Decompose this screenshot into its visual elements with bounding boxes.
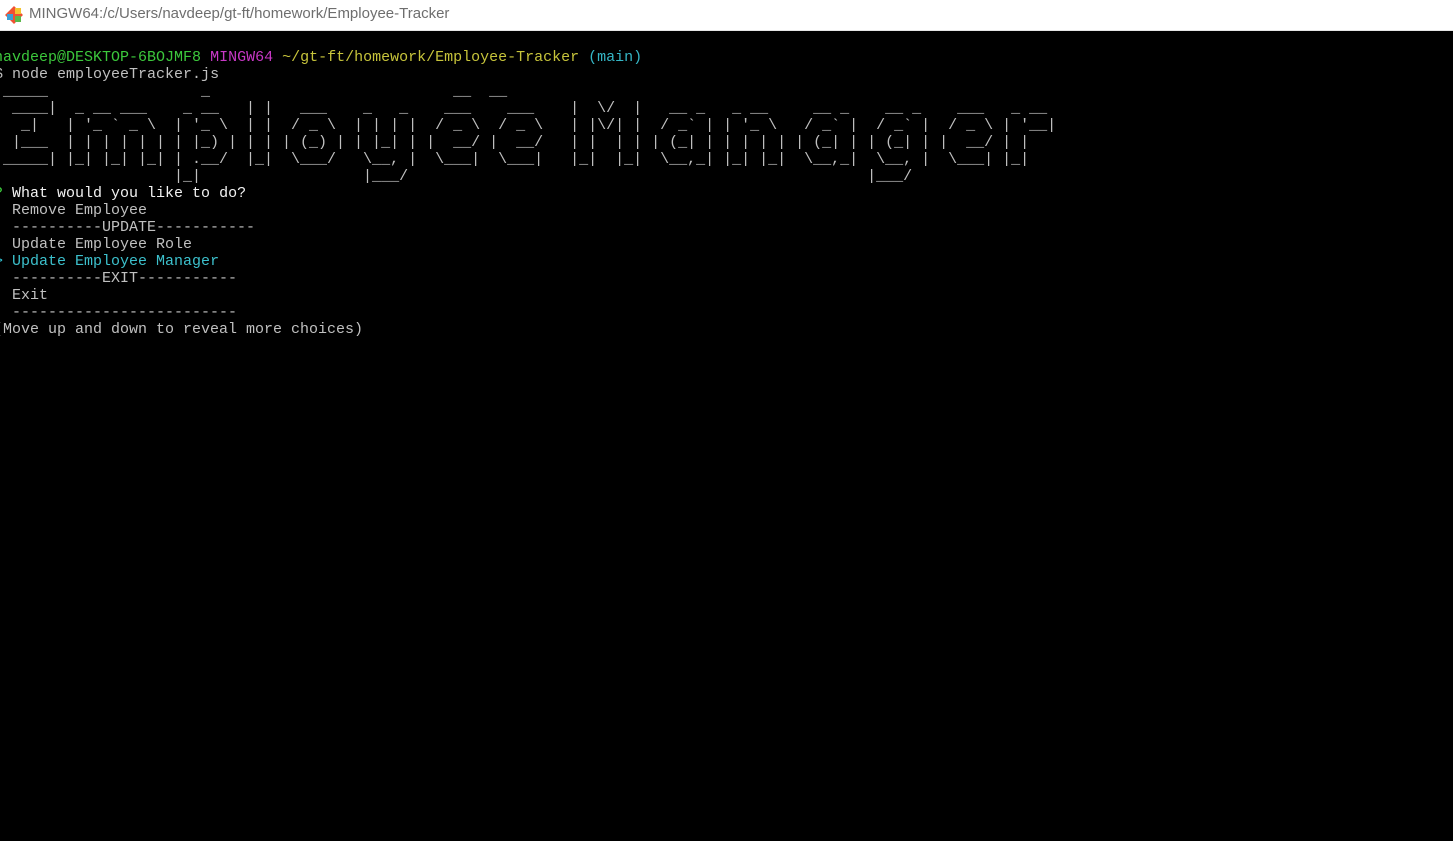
prompt-line: navdeep@DESKTOP-6BOJMF8 MINGW64 ~/gt-ft/… bbox=[0, 49, 642, 66]
banner-line-4: | |___ | | | | | | | |_) | | | | (_) | |… bbox=[0, 134, 1057, 151]
terminal-output[interactable]: navdeep@DESKTOP-6BOJMF8 MINGW64 ~/gt-ft/… bbox=[0, 32, 1453, 841]
prompt-user-host: navdeep@DESKTOP-6BOJMF8 bbox=[0, 49, 202, 66]
choice-exit[interactable]: Exit bbox=[0, 287, 48, 304]
selection-pointer-icon: > bbox=[0, 253, 3, 270]
git-bash-icon bbox=[5, 6, 23, 24]
separator-end: ------------------------- bbox=[0, 304, 237, 321]
prompt-branch: (main) bbox=[588, 49, 643, 66]
separator-exit: ----------EXIT----------- bbox=[0, 270, 237, 287]
question-marker: ? bbox=[0, 185, 3, 202]
choice-remove-employee[interactable]: Remove Employee bbox=[0, 202, 147, 219]
choice-label: Update Employee Manager bbox=[12, 253, 220, 270]
separator-update: ----------UPDATE----------- bbox=[0, 219, 255, 236]
command-text: node employeeTracker.js bbox=[12, 66, 220, 83]
prompt-shell: MINGW64 bbox=[210, 49, 274, 66]
question-text: What would you like to do? bbox=[12, 185, 247, 202]
scroll-hint: (Move up and down to reveal more choices… bbox=[0, 321, 364, 338]
banner-line-3: | _| | '_ ` _ \ | '_ \ | | / _ \ | | | |… bbox=[0, 117, 1057, 134]
separator-label: ----------UPDATE----------- bbox=[12, 219, 256, 236]
choice-label: Exit bbox=[12, 287, 49, 304]
separator-label: ----------EXIT----------- bbox=[12, 270, 238, 287]
separator-label: ------------------------- bbox=[12, 304, 238, 321]
banner-line-1: _____ _ __ __ bbox=[0, 83, 823, 100]
terminal-window: MINGW64:/c/Users/navdeep/gt-ft/homework/… bbox=[0, 0, 1453, 841]
choice-label: Remove Employee bbox=[12, 202, 148, 219]
title-bar[interactable]: MINGW64:/c/Users/navdeep/gt-ft/homework/… bbox=[0, 0, 1453, 31]
choice-update-employee-manager[interactable]: > Update Employee Manager bbox=[0, 253, 219, 270]
window-title: MINGW64:/c/Users/navdeep/gt-ft/homework/… bbox=[29, 5, 450, 22]
prompt-path: ~/gt-ft/homework/Employee-Tracker bbox=[282, 49, 580, 66]
banner-line-2: | ____| _ __ ___ _ __ | | ___ _ _ ___ __… bbox=[0, 100, 1057, 117]
command-line: $ node employeeTracker.js bbox=[0, 66, 219, 83]
choice-update-employee-role[interactable]: Update Employee Role bbox=[0, 236, 192, 253]
question-line: ? What would you like to do? bbox=[0, 185, 246, 202]
banner-line-6: |_| |___/ |___/ bbox=[0, 168, 1048, 185]
prompt-symbol: $ bbox=[0, 66, 3, 83]
banner-line-5: |_____| |_| |_| |_| | .__/ |_| \___/ \__… bbox=[0, 151, 1057, 168]
choice-label: Update Employee Role bbox=[12, 236, 193, 253]
